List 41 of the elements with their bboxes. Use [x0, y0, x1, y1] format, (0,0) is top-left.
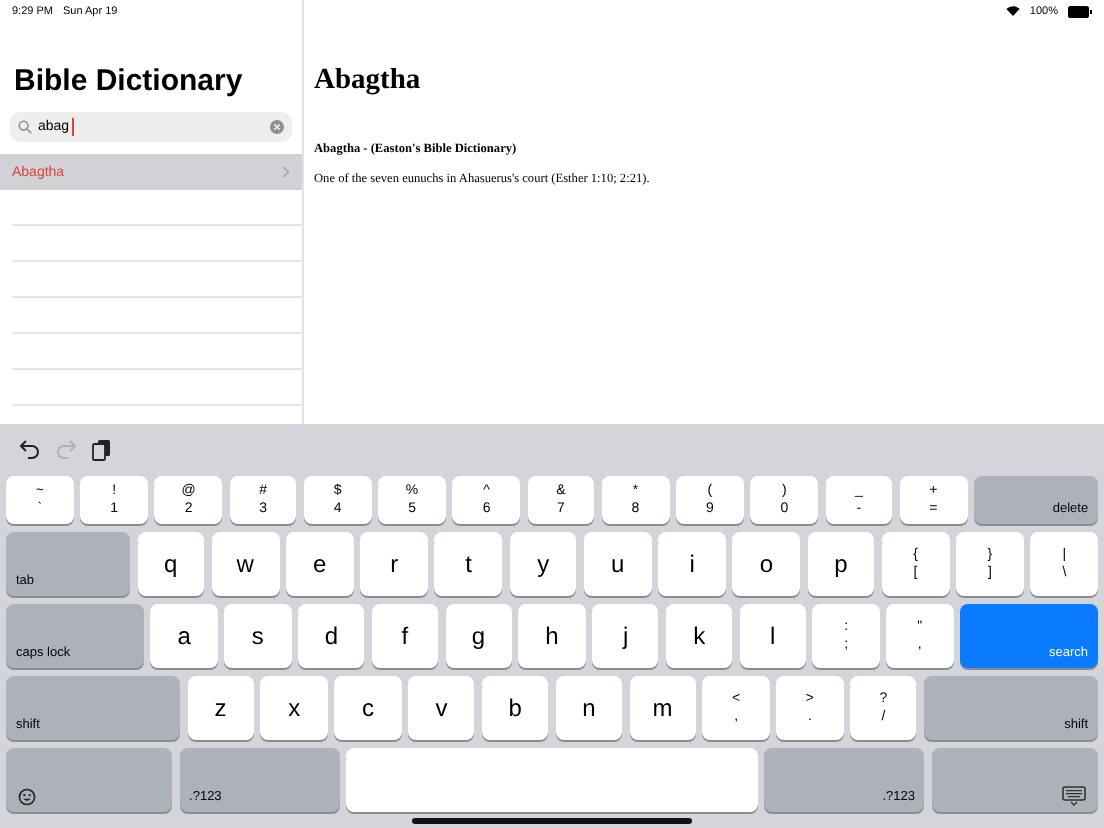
key[interactable]: u	[583, 532, 652, 596]
key[interactable]: b	[481, 676, 549, 740]
article-title: Abagtha	[314, 64, 423, 98]
space-bar[interactable]	[346, 748, 758, 812]
clipboard-icon[interactable]	[90, 437, 114, 461]
key[interactable]: f	[371, 604, 439, 668]
key[interactable]: d	[298, 604, 365, 668]
key[interactable]: z	[187, 676, 254, 740]
keyboard-dismiss-key[interactable]	[931, 748, 1098, 812]
key[interactable]: l	[739, 604, 806, 668]
key[interactable]: n	[555, 676, 623, 740]
undo-icon[interactable]	[18, 437, 42, 461]
key[interactable]: m	[629, 676, 696, 740]
keyboard-icon	[1062, 786, 1086, 806]
key[interactable]: t	[434, 532, 503, 596]
key[interactable]: j	[592, 604, 659, 668]
smiley-icon	[18, 788, 36, 806]
key[interactable]: v	[408, 676, 475, 740]
key[interactable]: r	[360, 532, 428, 596]
sidebar-title: Bible Dictionary	[14, 64, 245, 102]
emoji-key[interactable]	[6, 748, 173, 812]
wifi-icon	[1005, 6, 1020, 16]
key[interactable]: i	[658, 532, 726, 596]
key[interactable]: a	[150, 604, 218, 668]
key[interactable]: k	[665, 604, 733, 668]
key[interactable]: q	[137, 532, 205, 596]
key[interactable]: o	[732, 532, 801, 596]
battery-icon	[1068, 5, 1092, 17]
key[interactable]: c	[334, 676, 402, 740]
key[interactable]: g	[445, 604, 512, 668]
clear-icon[interactable]	[270, 120, 284, 134]
key[interactable]: s	[224, 604, 292, 668]
key[interactable]: e	[286, 532, 354, 596]
key[interactable]: y	[509, 532, 577, 596]
key[interactable]: w	[211, 532, 279, 596]
chevron-icon	[282, 166, 290, 178]
key[interactable]: x	[260, 676, 328, 740]
key[interactable]: h	[518, 604, 586, 668]
search-icon	[18, 120, 32, 134]
text-cursor	[71, 118, 74, 136]
key[interactable]: p	[807, 532, 875, 596]
